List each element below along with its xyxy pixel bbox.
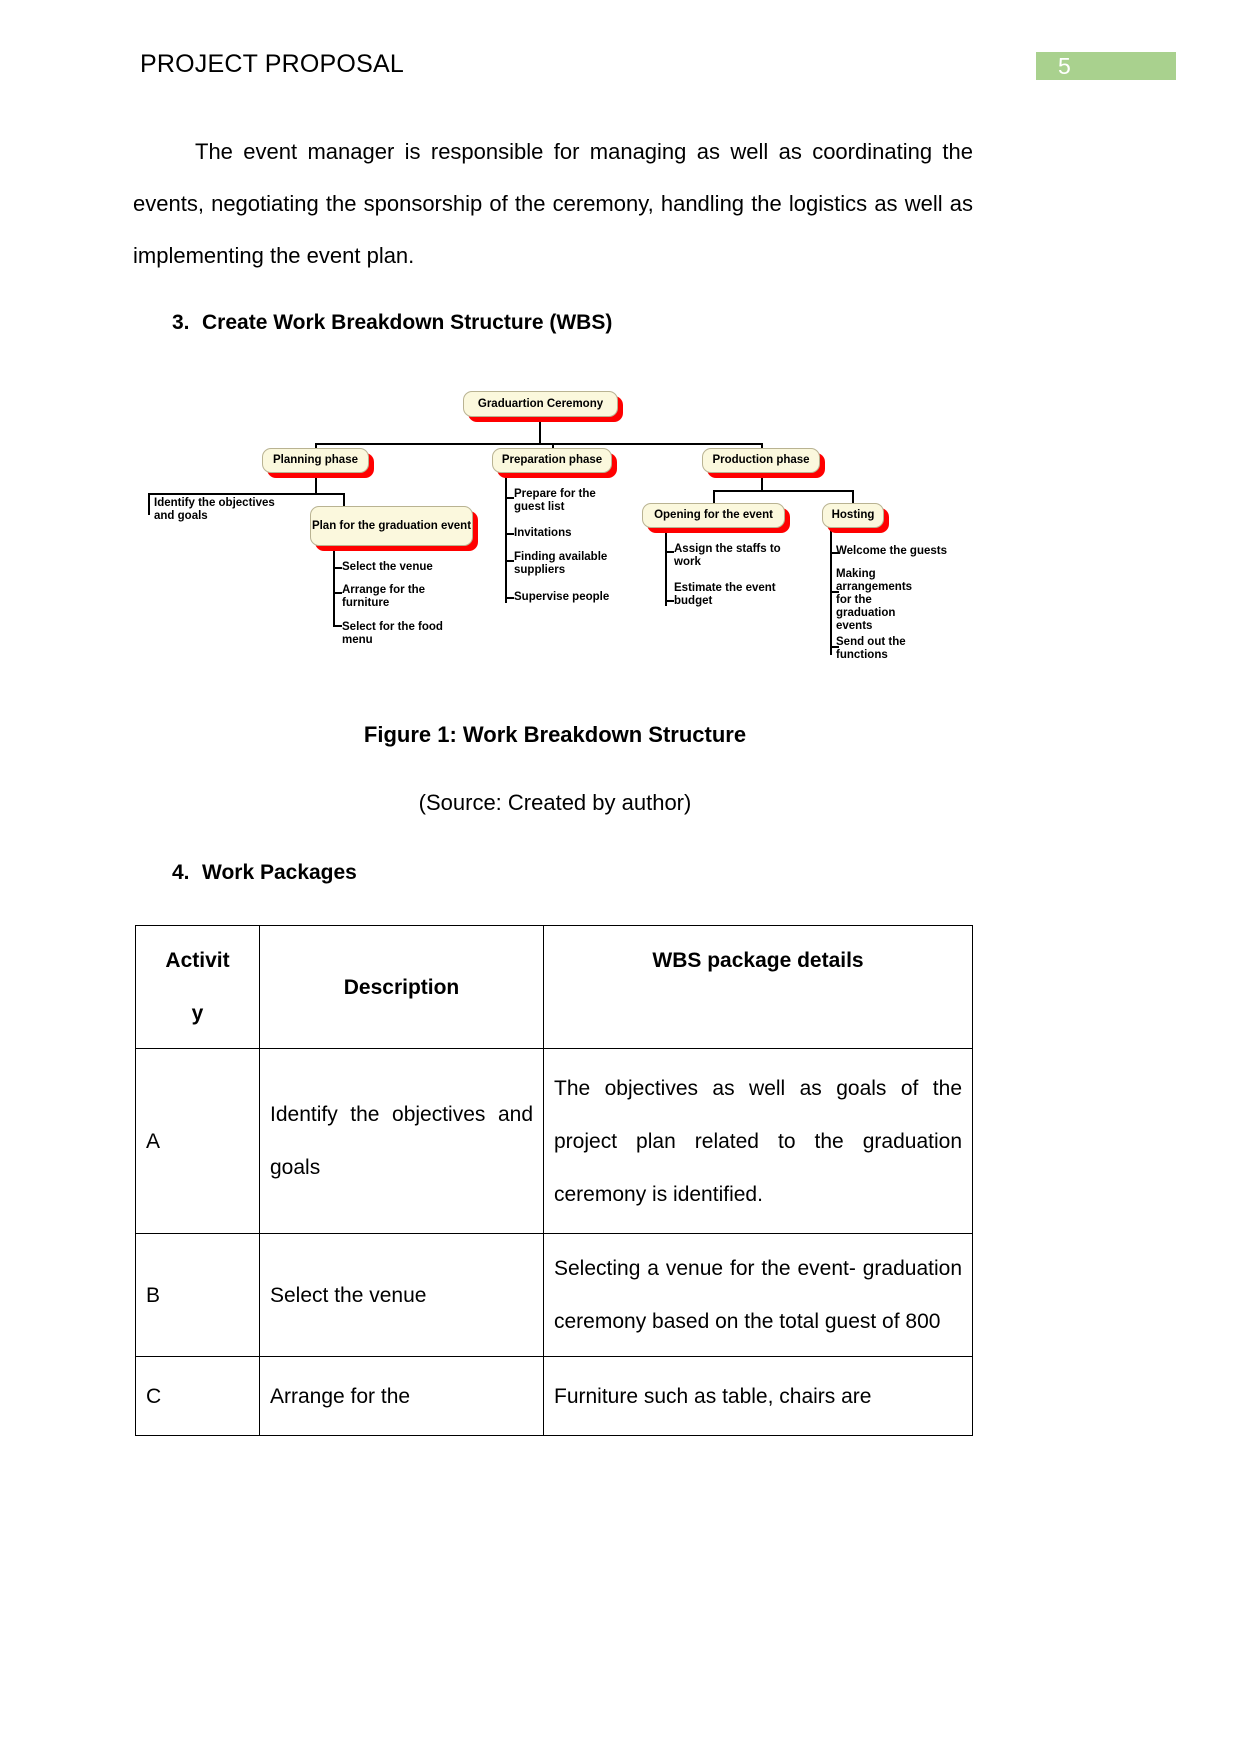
- table-header-row: Activit y Description WBS package detail…: [135, 925, 973, 1049]
- cell-wbs-details: The objectives as well as goals of the p…: [543, 1048, 973, 1234]
- wbs-leaf-identify-objectives: Identify the objectives and goals: [154, 497, 275, 522]
- column-header-activity-line1: Activit: [165, 949, 230, 972]
- wbs-leaf-assign-staffs: Assign the staffs to work: [674, 543, 781, 568]
- connector-plan-children-spine: [333, 546, 335, 625]
- connector-opening-spine: [665, 528, 667, 606]
- wbs-leaf-welcome-guests: Welcome the guests: [836, 545, 947, 557]
- wbs-node-preparation-phase: Preparation phase: [492, 448, 612, 473]
- wbs-diagram: Graduartion Ceremony Planning phase Prep…: [130, 378, 990, 678]
- connector-planning-leaf-drop: [148, 493, 150, 515]
- intro-paragraph: The event manager is responsible for man…: [133, 126, 973, 282]
- heading-number: 3.: [172, 311, 190, 334]
- connector-planning-bus: [148, 493, 345, 495]
- connector-plan-child-1: [333, 567, 342, 569]
- column-header-wbs-details: WBS package details: [543, 925, 973, 1049]
- connector-opening-child-2: [665, 600, 674, 602]
- table-row: A Identify the objectives and goals The …: [135, 1048, 973, 1234]
- connector-root-down: [539, 417, 541, 443]
- document-page: PROJECT PROPOSAL 5 The event manager is …: [0, 0, 1241, 1754]
- intro-paragraph-text: The event manager is responsible for man…: [133, 139, 973, 268]
- wbs-node-planning-phase: Planning phase: [262, 448, 369, 473]
- table-row: C Arrange for the Furniture such as tabl…: [135, 1356, 973, 1436]
- wbs-leaf-select-food-menu: Select for the food menu: [342, 621, 443, 646]
- cell-description: Select the venue: [259, 1233, 544, 1357]
- connector-prep-child-3: [505, 560, 514, 562]
- figure-caption: Figure 1: Work Breakdown Structure: [363, 722, 747, 747]
- wbs-leaf-finding-suppliers: Finding available suppliers: [514, 551, 608, 576]
- heading-create-wbs: 3. Create Work Breakdown Structure (WBS): [172, 311, 612, 335]
- wbs-leaf-making-arrangements: Making arrangements for the graduation e…: [836, 568, 913, 632]
- cell-description: Identify the objectives and goals: [259, 1048, 544, 1234]
- column-header-activity: Activit y: [135, 925, 260, 1049]
- cell-wbs-details: Furniture such as table, chairs are: [543, 1356, 973, 1436]
- connector-plan-child-2: [333, 592, 342, 594]
- connector-preparation-spine: [505, 473, 507, 603]
- heading-text: Create Work Breakdown Structure (WBS): [202, 311, 613, 334]
- connector-phase-bus: [315, 443, 763, 445]
- cell-wbs-details: Selecting a venue for the event- graduat…: [543, 1233, 973, 1357]
- wbs-leaf-estimate-budget: Estimate the event budget: [674, 582, 776, 607]
- wbs-node-hosting: Hosting: [822, 503, 884, 528]
- wbs-leaf-prepare-guest-list: Prepare for the guest list: [514, 488, 596, 513]
- wbs-leaf-select-venue: Select the venue: [342, 561, 433, 573]
- connector-production-bus: [713, 490, 852, 492]
- page-number-badge: 5: [1036, 52, 1176, 80]
- wbs-leaf-invitations: Invitations: [514, 527, 572, 539]
- wbs-leaf-arrange-furniture: Arrange for the furniture: [342, 584, 426, 609]
- wbs-leaf-supervise-people: Supervise people: [514, 591, 610, 603]
- wbs-node-opening-for-event: Opening for the event: [642, 503, 785, 528]
- connector-planning-down: [315, 473, 317, 493]
- column-header-activity-line2: y: [191, 1002, 204, 1025]
- connector-prep-child-1: [505, 497, 514, 499]
- connector-prep-child-2: [505, 533, 514, 535]
- heading-number: 4.: [172, 861, 190, 884]
- heading-work-packages: 4. Work Packages: [172, 861, 357, 885]
- table-row: B Select the venue Selecting a venue for…: [135, 1233, 973, 1357]
- heading-text: Work Packages: [202, 861, 357, 884]
- connector-plan-child-3: [333, 625, 342, 627]
- connector-prep-child-4: [505, 597, 514, 599]
- table-body: A Identify the objectives and goals The …: [135, 1048, 973, 1436]
- wbs-node-production-phase: Production phase: [702, 448, 820, 473]
- table-header: Activit y Description WBS package detail…: [135, 925, 973, 1049]
- cell-activity: A: [135, 1048, 260, 1234]
- cell-activity: C: [135, 1356, 260, 1436]
- wbs-node-root: Graduartion Ceremony: [463, 391, 618, 417]
- cell-activity: B: [135, 1233, 260, 1357]
- figure-source: (Source: Created by author): [418, 790, 692, 815]
- wbs-leaf-send-out-functions: Send out the functions: [836, 636, 906, 661]
- column-header-description: Description: [259, 925, 544, 1049]
- cell-description: Arrange for the: [259, 1356, 544, 1436]
- work-packages-table: Activit y Description WBS package detail…: [135, 925, 973, 1436]
- connector-production-down: [761, 473, 763, 490]
- connector-opening-child-1: [665, 551, 674, 553]
- wbs-node-plan-graduation-event: Plan for the graduation event: [310, 506, 473, 546]
